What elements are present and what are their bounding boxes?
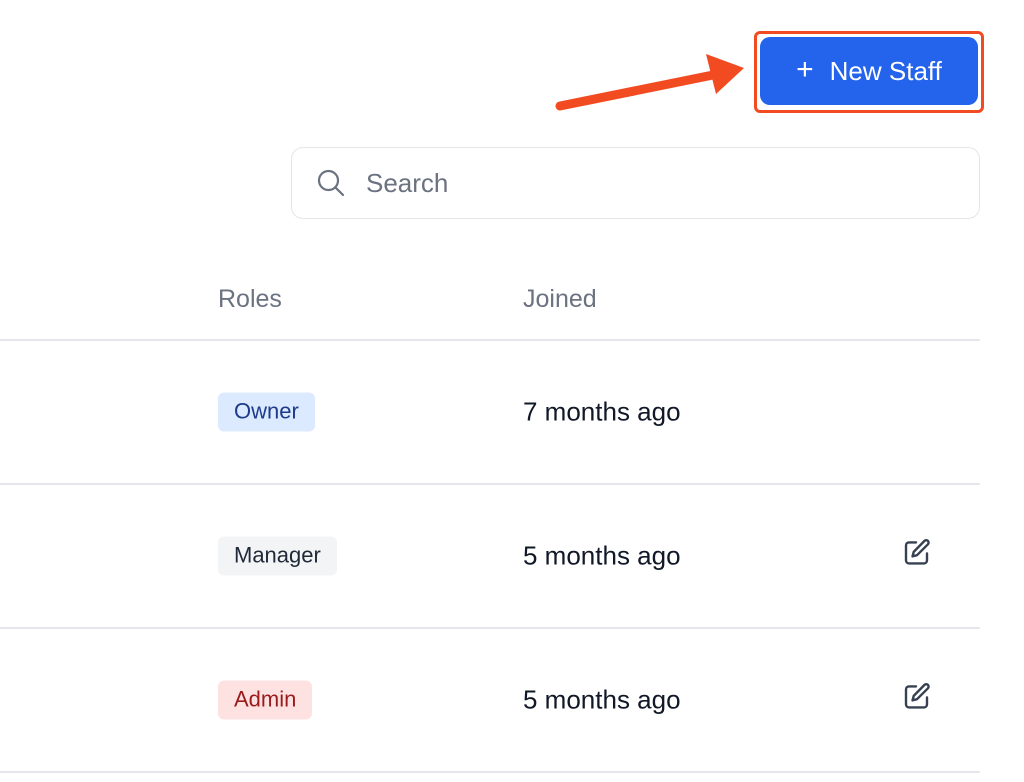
new-staff-button[interactable]: + New Staff xyxy=(760,37,978,105)
annotation-arrow xyxy=(555,54,744,111)
role-badge-owner: Owner xyxy=(218,392,315,431)
search-icon xyxy=(317,169,345,197)
joined-date: 5 months ago xyxy=(523,540,681,570)
role-badge-admin: Admin xyxy=(218,680,313,719)
table-row: Owner 7 months ago xyxy=(0,340,980,483)
search-input[interactable] xyxy=(364,166,928,200)
role-badge-manager: Manager xyxy=(218,536,337,575)
table-row: Manager 5 months ago xyxy=(0,484,980,627)
row-divider xyxy=(0,771,980,773)
search-box[interactable] xyxy=(291,147,980,219)
edit-icon[interactable] xyxy=(902,537,932,567)
column-header-roles: Roles xyxy=(218,285,282,313)
joined-date: 5 months ago xyxy=(523,684,681,714)
joined-date: 7 months ago xyxy=(523,396,681,426)
plus-icon: + xyxy=(796,53,814,86)
staff-page: + New Staff Roles Joined Owner 7 months … xyxy=(0,0,1024,782)
column-header-joined: Joined xyxy=(523,285,597,313)
new-staff-label: New Staff xyxy=(829,55,942,86)
edit-icon[interactable] xyxy=(902,681,932,711)
table-row: Admin 5 months ago xyxy=(0,628,980,771)
